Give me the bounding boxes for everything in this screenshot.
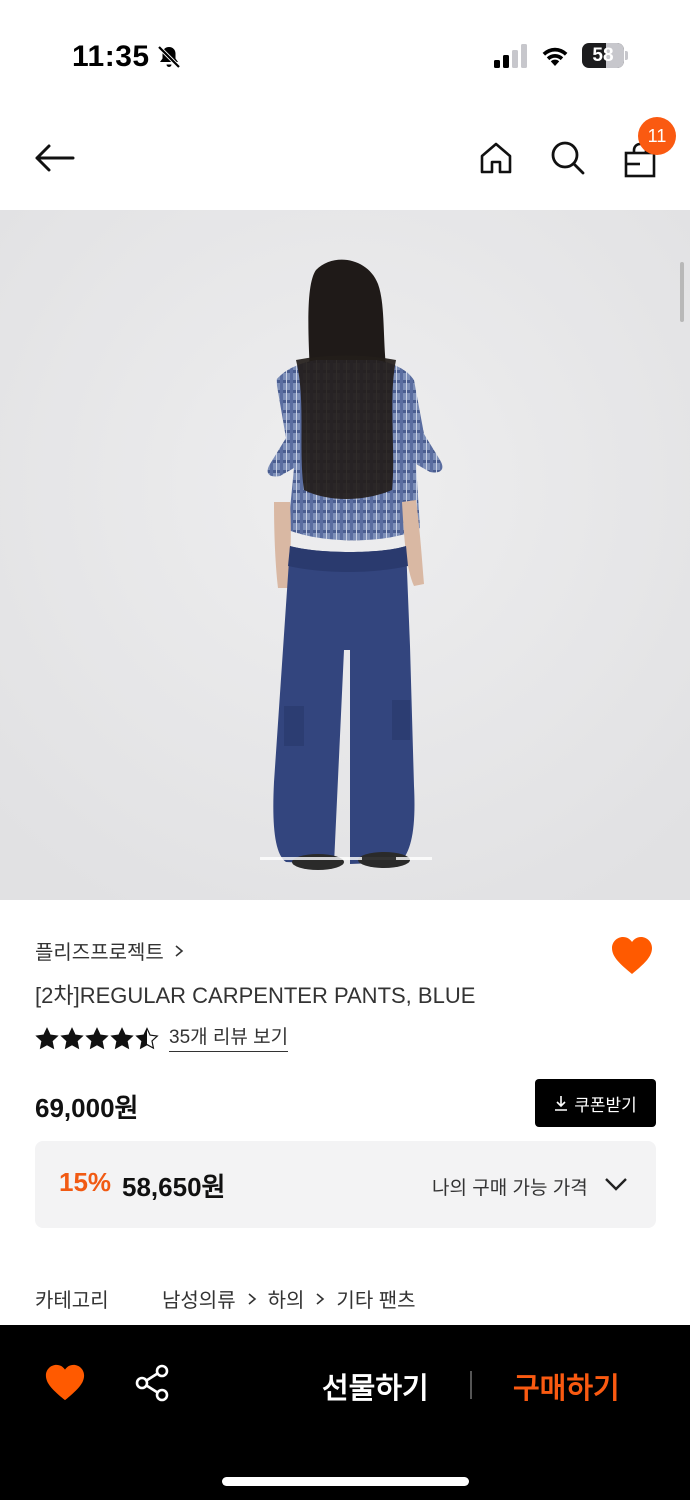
divider [470, 1371, 472, 1399]
battery-percent: 58 [592, 45, 614, 66]
image-slide-position [362, 857, 396, 860]
bottom-wishlist-button[interactable] [44, 1363, 86, 1403]
image-slide-track [260, 857, 432, 860]
buy-button[interactable]: 구매하기 [513, 1365, 620, 1407]
chevron-down-icon [605, 1178, 627, 1191]
category-crumb-3[interactable]: 기타 팬츠 [336, 1284, 415, 1313]
star-icon [85, 1027, 109, 1050]
category-breadcrumb: 카테고리 남성의류 하의 기타 팬츠 [35, 1284, 416, 1313]
battery-indicator: 58 [582, 43, 628, 68]
my-price-panel[interactable]: 15% 58,650원 나의 구매 가능 가격 [35, 1141, 656, 1228]
image-scrollbar[interactable] [680, 262, 684, 322]
back-button[interactable] [30, 134, 78, 182]
chevron-right-icon [175, 944, 184, 957]
status-time: 11:35 [72, 40, 150, 73]
brand-name: 플리즈프로젝트 [35, 942, 164, 964]
top-nav [0, 110, 690, 210]
share-icon [135, 1364, 169, 1402]
product-image[interactable] [0, 210, 690, 900]
my-price-label: 나의 구매 가능 가격 [432, 1178, 588, 1199]
star-icon [135, 1027, 159, 1050]
download-icon [555, 1096, 568, 1111]
model-photo [0, 210, 690, 900]
bell-muted-icon [157, 45, 181, 69]
bottom-action-bar: 선물하기 구매하기 [0, 1325, 690, 1500]
star-icon [110, 1027, 134, 1050]
back-arrow-icon [35, 144, 75, 172]
status-bar: 11:35 58 [0, 0, 690, 110]
chevron-right-icon [248, 1292, 256, 1305]
reviews-link[interactable]: 35개 리뷰 보기 [169, 1027, 289, 1052]
star-icon [60, 1027, 84, 1050]
discount-rate: 15% [59, 1167, 112, 1197]
category-label: 카테고리 [35, 1290, 109, 1312]
share-button[interactable] [133, 1363, 173, 1403]
home-indicator [222, 1477, 469, 1486]
cellular-signal-icon [494, 44, 527, 68]
rating-row: 35개 리뷰 보기 [35, 1024, 289, 1054]
search-icon [551, 141, 585, 175]
heart-icon [612, 937, 652, 974]
chevron-right-icon [316, 1292, 325, 1305]
home-button[interactable] [472, 134, 520, 182]
wifi-icon [542, 47, 568, 66]
cart-count-badge: 11 [638, 117, 676, 155]
star-icon [35, 1027, 59, 1050]
category-crumb-2[interactable]: 하의 [268, 1284, 305, 1313]
home-icon [480, 142, 512, 174]
brand-link[interactable]: 플리즈프로젝트 [35, 936, 186, 965]
product-title: [2차]REGULAR CARPENTER PANTS, BLUE [35, 983, 476, 1008]
gift-button[interactable]: 선물하기 [322, 1365, 429, 1407]
coupon-button[interactable]: 쿠폰받기 [535, 1079, 656, 1127]
star-rating [35, 1027, 159, 1051]
wishlist-button[interactable] [610, 936, 654, 976]
original-price: 69,000원 [35, 1093, 139, 1123]
category-crumb-1[interactable]: 남성의류 [162, 1284, 236, 1313]
coupon-label: 쿠폰받기 [574, 1095, 637, 1115]
search-button[interactable] [544, 134, 592, 182]
discount-price: 58,650원 [122, 1172, 226, 1202]
heart-icon [45, 1364, 85, 1401]
